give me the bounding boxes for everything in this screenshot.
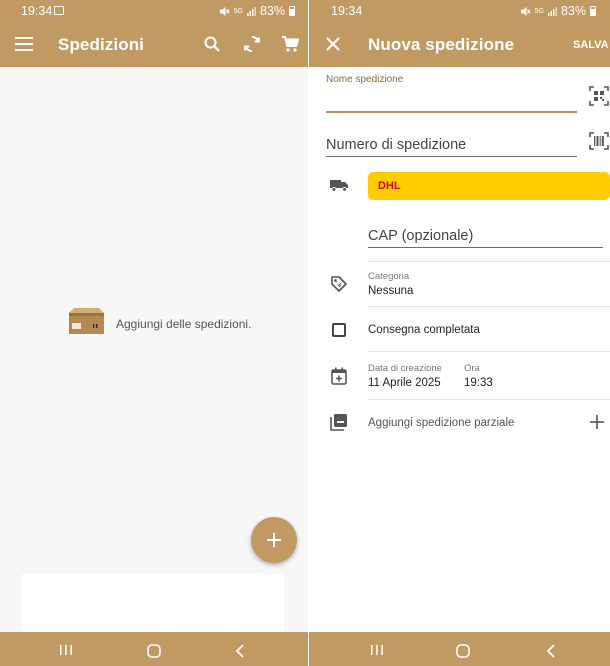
delivered-label: Consegna completata [368,324,480,336]
home-icon[interactable] [455,643,470,658]
calendar-add-icon [330,366,348,385]
battery-icon [289,6,295,16]
tracking-number-field[interactable]: Numero di spedizione [326,137,466,153]
zip-code-field[interactable]: CAP (opzionale) [368,228,473,244]
save-button[interactable]: SALVA [573,39,609,51]
status-indicators: 5G 83% [520,4,596,18]
recents-icon[interactable] [58,643,74,657]
signal-icon [547,6,557,16]
new-shipment-screen: 19:34 5G 83% Nuova spedizione SALVA Nome… [309,0,610,666]
add-shipment-button[interactable] [251,517,297,563]
status-indicators: 5G 83% [219,4,295,18]
app-bar: Nuova spedizione SALVA [309,22,610,67]
search-icon[interactable] [203,35,221,53]
empty-state: Aggiungi delle spedizioni. [68,307,251,340]
battery-percent: 83% [259,4,285,18]
back-icon[interactable] [545,643,557,658]
tag-icon [329,274,349,294]
creation-time-picker[interactable]: Ora 19:33 [464,360,524,394]
barcode-scan-icon[interactable] [589,131,609,151]
cart-icon[interactable] [280,34,300,54]
menu-icon[interactable] [14,34,34,54]
network-type: 5G [534,7,544,15]
page-title: Spedizioni [58,35,144,54]
shipments-list-screen: 19:34 5G 83% Spedizioni Aggiungi delle s… [0,0,309,666]
status-bar: 19:34 5G 83% [0,0,309,22]
plus-icon [267,533,281,547]
gallery-notification-icon [54,6,64,15]
category-value: Nessuna [368,285,414,297]
separator [368,399,610,400]
delivered-checkbox[interactable] [332,323,346,337]
mute-icon [219,6,230,16]
truck-icon [329,177,349,193]
status-time: 19:34 [331,4,363,18]
name-field-underline [326,111,577,113]
sync-icon[interactable] [242,34,262,54]
mute-icon [520,6,531,16]
add-partial-plus-icon[interactable] [589,414,605,430]
creation-date-value: 11 Aprile 2025 [368,377,441,389]
back-icon[interactable] [234,643,246,658]
creation-date-picker[interactable]: Data di creazione 11 Aprile 2025 [368,360,458,394]
carrier-selector[interactable]: DHL [368,172,610,200]
system-navigation-bar [0,632,309,666]
creation-time-label: Ora [464,363,480,374]
battery-percent: 83% [560,4,586,18]
separator [368,261,610,262]
carrier-name: DHL [378,180,401,192]
empty-state-text: Aggiungi delle spedizioni. [116,316,252,331]
app-bar: Spedizioni [0,22,309,67]
separator [368,351,610,352]
close-icon[interactable] [324,35,342,53]
separator [368,306,610,307]
home-icon[interactable] [146,643,161,658]
signal-icon [246,6,256,16]
battery-icon [590,6,596,16]
name-field-label: Nome spedizione [326,74,404,85]
tracking-field-underline [326,156,577,157]
category-selector[interactable]: Categoria Nessuna [368,268,610,306]
creation-time-value: 19:33 [464,377,493,389]
add-partial-shipment-label[interactable]: Aggiungi spedizione parziale [368,417,514,429]
recents-icon[interactable] [369,643,385,657]
category-label: Categoria [368,271,410,282]
zip-field-underline [368,247,603,248]
creation-date-label: Data di creazione [368,363,442,374]
qr-scan-icon[interactable] [589,85,609,107]
page-title: Nuova spedizione [368,35,515,54]
partial-shipment-icon [329,412,349,432]
package-box-icon [68,307,105,340]
network-type: 5G [233,7,243,15]
status-time: 19:34 [21,4,53,18]
system-navigation-bar [309,632,610,666]
status-bar: 19:34 5G 83% [309,0,610,22]
screenshot: 19:34 5G 83% Spedizioni Aggiungi delle s… [0,0,610,666]
ad-banner-area [22,574,284,632]
